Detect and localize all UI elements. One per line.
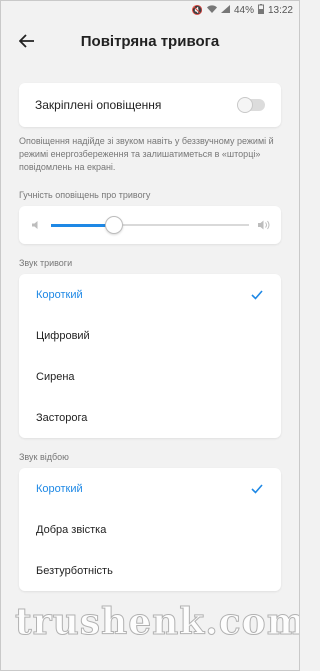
alarm-sound-option[interactable]: Цифровий [19, 315, 281, 356]
clear-sound-list: Короткий Добра звістка Безтурботність [19, 468, 281, 591]
back-button[interactable] [15, 29, 39, 53]
pinned-alerts-label: Закріплені оповіщення [35, 98, 162, 112]
clock: 13:22 [267, 4, 293, 16]
screen: 🔇 44% 13:22 Повітряна тривога Закріплені… [0, 0, 300, 671]
alarm-sound-label: Звук тривоги [19, 258, 73, 268]
status-bar: 🔇 44% 13:22 [1, 1, 299, 19]
header: Повітряна тривога [1, 19, 299, 63]
volume-high-icon [257, 218, 271, 232]
pinned-alerts-row[interactable]: Закріплені оповіщення [19, 83, 281, 127]
slider-thumb[interactable] [105, 216, 124, 234]
volume-slider[interactable] [51, 216, 249, 234]
clear-sound-label: Звук відбою [19, 452, 69, 462]
volume-low-icon [29, 218, 43, 232]
battery-icon [257, 4, 264, 16]
alarm-sound-option-label: Сирена [36, 370, 75, 383]
alarm-sound-list: Короткий Цифровий Сирена Засторога [19, 274, 281, 438]
clear-sound-option-label: Короткий [36, 482, 83, 495]
volume-card [19, 206, 281, 244]
alarm-sound-option-label: Короткий [36, 288, 83, 301]
clear-sound-option-label: Добра звістка [36, 523, 107, 536]
alarm-sound-option[interactable]: Сирена [19, 356, 281, 397]
page-title: Повітряна тривога [80, 32, 220, 50]
alarm-sound-option-label: Цифровий [36, 329, 90, 342]
settings-content: Закріплені оповіщення Оповіщення надійде… [1, 83, 299, 591]
mute-icon: 🔇 [191, 4, 203, 15]
arrow-left-icon [19, 34, 34, 48]
wifi-icon [206, 5, 217, 15]
clear-sound-option[interactable]: Короткий [19, 468, 281, 509]
checkmark-icon [250, 288, 264, 302]
pinned-alerts-hint: Оповіщення надійде зі звуком навіть у бе… [19, 136, 274, 172]
alarm-sound-option[interactable]: Короткий [19, 274, 281, 315]
battery-percent: 44% [233, 4, 254, 16]
clear-sound-option[interactable]: Безтурботність [19, 550, 281, 591]
signal-icon [220, 5, 230, 15]
alarm-sound-option[interactable]: Засторога [19, 397, 281, 438]
alarm-sound-option-label: Засторога [36, 411, 88, 424]
volume-label: Гучність оповіщень про тривогу [19, 190, 151, 200]
pinned-alerts-toggle[interactable] [237, 97, 265, 113]
checkmark-icon [250, 482, 264, 496]
watermark: trushenk.com [15, 601, 300, 644]
toggle-knob [237, 97, 253, 113]
clear-sound-option-label: Безтурботність [36, 564, 113, 577]
clear-sound-option[interactable]: Добра звістка [19, 509, 281, 550]
